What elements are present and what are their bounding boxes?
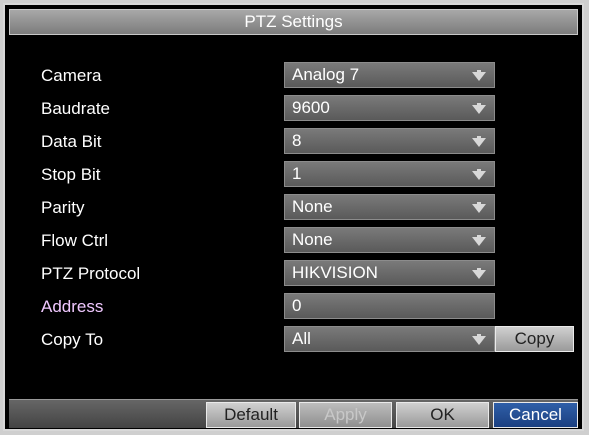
flow-ctrl-row: Flow Ctrl None xyxy=(5,227,582,255)
address-input[interactable]: 0 xyxy=(284,293,495,319)
ptz-protocol-label: PTZ Protocol xyxy=(41,264,141,283)
camera-row: Camera Analog 7 xyxy=(5,62,582,90)
chevron-down-icon[interactable] xyxy=(472,105,486,114)
cancel-button[interactable]: Cancel xyxy=(493,402,578,428)
flow-ctrl-value: None xyxy=(292,230,333,249)
copy-button[interactable]: Copy xyxy=(495,326,574,352)
stop-bit-select[interactable]: 1 xyxy=(284,161,495,187)
apply-button[interactable]: Apply xyxy=(299,402,392,428)
ok-button[interactable]: OK xyxy=(396,402,489,428)
address-label: Address xyxy=(41,297,104,316)
chevron-down-icon[interactable] xyxy=(472,72,486,81)
data-bit-label: Data Bit xyxy=(41,132,102,151)
baudrate-label: Baudrate xyxy=(41,99,110,118)
data-bit-value: 8 xyxy=(292,131,302,150)
address-value: 0 xyxy=(292,296,302,315)
camera-select[interactable]: Analog 7 xyxy=(284,62,495,88)
copy-to-row: Copy To All Copy xyxy=(5,326,582,354)
parity-row: Parity None xyxy=(5,194,582,222)
stop-bit-label: Stop Bit xyxy=(41,165,101,184)
chevron-down-icon[interactable] xyxy=(472,270,486,279)
baudrate-value: 9600 xyxy=(292,98,330,117)
baudrate-select[interactable]: 9600 xyxy=(284,95,495,121)
ptz-protocol-row: PTZ Protocol HIKVISION xyxy=(5,260,582,288)
baudrate-row: Baudrate 9600 xyxy=(5,95,582,123)
flow-ctrl-select[interactable]: None xyxy=(284,227,495,253)
address-row: Address 0 xyxy=(5,293,582,321)
ptz-protocol-value: HIKVISION xyxy=(292,263,378,282)
parity-value: None xyxy=(292,197,333,216)
ptz-settings-dialog: PTZ Settings Camera Analog 7 Baudrate 96… xyxy=(3,3,584,431)
copy-to-label: Copy To xyxy=(41,330,104,349)
chevron-down-icon[interactable] xyxy=(472,204,486,213)
parity-select[interactable]: None xyxy=(284,194,495,220)
copy-to-select[interactable]: All xyxy=(284,326,495,352)
dialog-title: PTZ Settings xyxy=(9,9,578,35)
chevron-down-icon[interactable] xyxy=(472,237,486,246)
data-bit-row: Data Bit 8 xyxy=(5,128,582,156)
stop-bit-value: 1 xyxy=(292,164,302,183)
data-bit-select[interactable]: 8 xyxy=(284,128,495,154)
chevron-down-icon[interactable] xyxy=(472,171,486,180)
ptz-protocol-select[interactable]: HIKVISION xyxy=(284,260,495,286)
chevron-down-icon[interactable] xyxy=(472,138,486,147)
default-button[interactable]: Default xyxy=(206,402,296,428)
camera-label: Camera xyxy=(41,66,102,85)
chevron-down-icon[interactable] xyxy=(472,336,486,345)
copy-to-value: All xyxy=(292,329,311,348)
flow-ctrl-label: Flow Ctrl xyxy=(41,231,109,250)
parity-label: Parity xyxy=(41,198,85,217)
camera-value: Analog 7 xyxy=(292,65,360,84)
stop-bit-row: Stop Bit 1 xyxy=(5,161,582,189)
